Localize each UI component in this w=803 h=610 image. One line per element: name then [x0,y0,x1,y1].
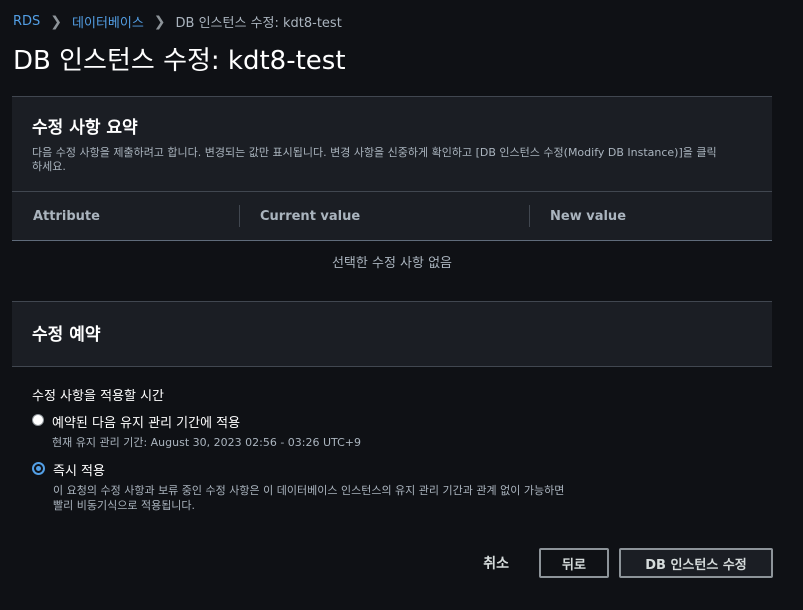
schedule-panel: 수정 예약 수정 사항을 적용할 시간 예약된 다음 유지 관리 기간에 적용 … [12,301,772,547]
schedule-title: 수정 예약 [32,325,101,345]
schedule-header: 수정 예약 [12,302,772,367]
radio-button-maintenance-window[interactable] [32,414,44,426]
modify-db-instance-button[interactable]: DB 인스턴스 수정 [619,548,773,578]
column-divider [239,205,240,227]
schedule-body: 수정 사항을 적용할 시간 예약된 다음 유지 관리 기간에 적용 현재 유지 … [12,367,772,547]
breadcrumb-databases-link[interactable]: 데이터베이스 [72,12,144,31]
column-header-current-value: Current value [260,209,361,224]
radio-button-apply-immediately[interactable] [32,462,45,475]
radio-label-maintenance-window: 예약된 다음 유지 관리 기간에 적용 [52,416,241,431]
breadcrumb-rds-link[interactable]: RDS [13,14,40,29]
summary-title: 수정 사항 요약 [32,118,138,138]
back-button[interactable]: 뒤로 [539,548,609,578]
column-header-attribute: Attribute [33,209,100,224]
form-actions: 취소 뒤로 DB 인스턴스 수정 [483,548,773,578]
radio-option-maintenance-window[interactable]: 예약된 다음 유지 관리 기간에 적용 현재 유지 관리 기간: August … [32,412,752,450]
breadcrumb: RDS ❯ 데이터베이스 ❯ DB 인스턴스 수정: kdt8-test [13,12,342,32]
chevron-right-icon: ❯ [153,13,166,30]
page-title: DB 인스턴스 수정: kdt8-test [13,46,346,76]
summary-description: 다음 수정 사항을 제출하려고 합니다. 변경되는 값만 표시됩니다. 변경 사… [32,146,717,173]
radio-label-apply-immediately: 즉시 적용 [53,464,105,479]
chevron-right-icon: ❯ [50,13,63,30]
radio-option-apply-immediately[interactable]: 즉시 적용 이 요청의 수정 사항과 보류 중인 수정 사항은 이 데이터베이스… [32,460,752,513]
cancel-button[interactable]: 취소 [483,553,509,573]
apply-time-label: 수정 사항을 적용할 시간 [32,389,164,404]
empty-state-text: 선택한 수정 사항 없음 [331,255,453,271]
column-header-new-value: New value [550,209,627,224]
summary-table-header: Attribute Current value New value [12,191,772,240]
modification-summary-panel: 수정 사항 요약 다음 수정 사항을 제출하려고 합니다. 변경되는 값만 표시… [12,96,772,281]
summary-header: 수정 사항 요약 다음 수정 사항을 제출하려고 합니다. 변경되는 값만 표시… [12,97,772,192]
radio-description-maintenance-window: 현재 유지 관리 기간: August 30, 2023 02:56 - 03:… [52,436,362,449]
summary-table-empty-row: 선택한 수정 사항 없음 [12,240,772,281]
column-divider [529,205,530,227]
radio-description-apply-immediately: 이 요청의 수정 사항과 보류 중인 수정 사항은 이 데이터베이스 인스턴스의… [53,484,565,512]
breadcrumb-current: DB 인스턴스 수정: kdt8-test [175,16,342,31]
